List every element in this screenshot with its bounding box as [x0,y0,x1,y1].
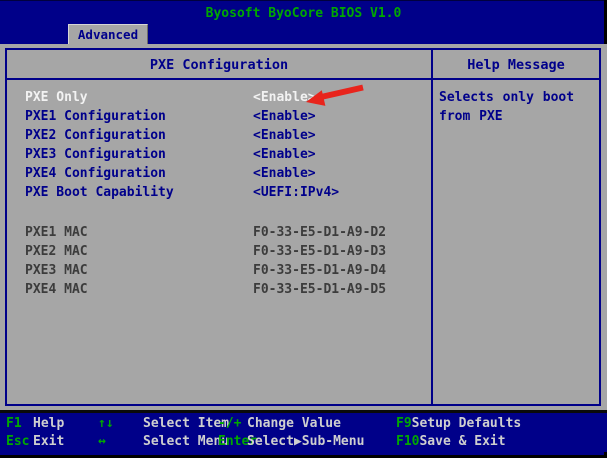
hotkey-row-2: EscExit ↔Select Menu EnterSelect▶Sub-Men… [0,433,607,451]
mac-label: PXE4 MAC [25,280,88,299]
setting-row[interactable]: PXE Boot Capability <UEFI:IPv4> [7,183,431,202]
settings-section: PXE Configuration PXE Only <Enable> PXE1… [7,50,431,404]
hotkey-hint: ↑↓Select Item [98,415,218,433]
setting-label: PXE1 Configuration [25,107,166,126]
help-text: Selects only boot from PXE [433,80,599,126]
hotkey-key: Esc [6,433,33,451]
hotkey-hint: F9Setup Defaults [396,415,607,433]
settings-list: PXE Only <Enable> PXE1 Configuration <En… [7,80,431,404]
hotkey-key: F1 [6,415,33,433]
setting-label: PXE3 Configuration [25,145,166,164]
setting-row[interactable]: PXE3 Configuration <Enable> [7,145,431,164]
bios-screen: Byosoft ByoCore BIOS V1.0 Advanced PXE C… [0,0,607,458]
help-section: Help Message Selects only boot from PXE [431,50,599,404]
hotkey-action: Exit [33,434,64,449]
hotkey-key: ↔ [98,433,143,451]
mac-row: PXE4 MAC F0-33-E5-D1-A9-D5 [7,280,431,299]
mac-row: PXE2 MAC F0-33-E5-D1-A9-D3 [7,242,431,261]
hotkey-key: F10 [396,433,419,451]
mac-label: PXE1 MAC [25,223,88,242]
mac-value: F0-33-E5-D1-A9-D3 [253,242,386,261]
setting-value: <UEFI:IPv4> [253,183,339,202]
main-panel: PXE Configuration PXE Only <Enable> PXE1… [0,44,607,410]
mac-value: F0-33-E5-D1-A9-D2 [253,223,386,242]
setting-row[interactable]: PXE1 Configuration <Enable> [7,107,431,126]
hotkey-hint: ↔Select Menu [98,433,218,451]
tab-advanced[interactable]: Advanced [68,24,148,44]
hotkey-action: Select Item [143,416,229,431]
panel-frame: PXE Configuration PXE Only <Enable> PXE1… [5,48,601,406]
hotkey-action: Select▶Sub-Menu [247,434,364,449]
mac-label: PXE2 MAC [25,242,88,261]
hotkey-action: Select Menu [143,434,229,449]
setting-rows: PXE Only <Enable> PXE1 Configuration <En… [7,88,431,202]
mac-row: PXE3 MAC F0-33-E5-D1-A9-D4 [7,261,431,280]
tab-bar: Advanced [0,24,607,44]
setting-value: <Enable> [253,107,316,126]
setting-value: <Enable> [253,126,316,145]
setting-label: PXE2 Configuration [25,126,166,145]
hotkey-key: Enter [218,433,247,451]
setting-value: <Enable> [253,145,316,164]
setting-row[interactable]: PXE Only <Enable> [7,88,431,107]
mac-value: F0-33-E5-D1-A9-D4 [253,261,386,280]
hotkey-key: ↑↓ [98,415,143,433]
setting-row[interactable]: PXE4 Configuration <Enable> [7,164,431,183]
mac-value: F0-33-E5-D1-A9-D5 [253,280,386,299]
setting-value: <Enable> [253,164,316,183]
hotkey-row-1: F1Help ↑↓Select Item -/+Change Value F9S… [0,415,607,433]
setting-label: PXE4 Configuration [25,164,166,183]
setting-label: PXE Boot Capability [25,183,174,202]
hotkey-hint: EnterSelect▶Sub-Menu [218,433,396,451]
section-title: PXE Configuration [7,50,431,80]
help-title: Help Message [433,50,599,80]
hotkey-key: F9 [396,415,412,433]
mac-label: PXE3 MAC [25,261,88,280]
hotkey-hint: F10Save & Exit [396,433,607,451]
hotkey-hint: -/+Change Value [218,415,396,433]
hotkey-hint: EscExit [6,433,98,451]
hotkey-bar: F1Help ↑↓Select Item -/+Change Value F9S… [0,413,607,452]
hotkey-action: Setup Defaults [412,416,522,431]
mac-row: PXE1 MAC F0-33-E5-D1-A9-D2 [7,223,431,242]
setting-label: PXE Only [25,88,88,107]
hotkey-action: Change Value [247,416,341,431]
hotkey-action: Save & Exit [419,434,505,449]
setting-value: <Enable> [253,88,316,107]
hotkey-hint: F1Help [6,415,98,433]
hotkey-action: Help [33,416,64,431]
setting-row[interactable]: PXE2 Configuration <Enable> [7,126,431,145]
bios-title: Byosoft ByoCore BIOS V1.0 [0,0,607,21]
titlebar: Byosoft ByoCore BIOS V1.0 Advanced [0,0,607,44]
mac-rows: PXE1 MAC F0-33-E5-D1-A9-D2 PXE2 MAC F0-3… [7,223,431,299]
hotkey-key: -/+ [218,415,247,433]
